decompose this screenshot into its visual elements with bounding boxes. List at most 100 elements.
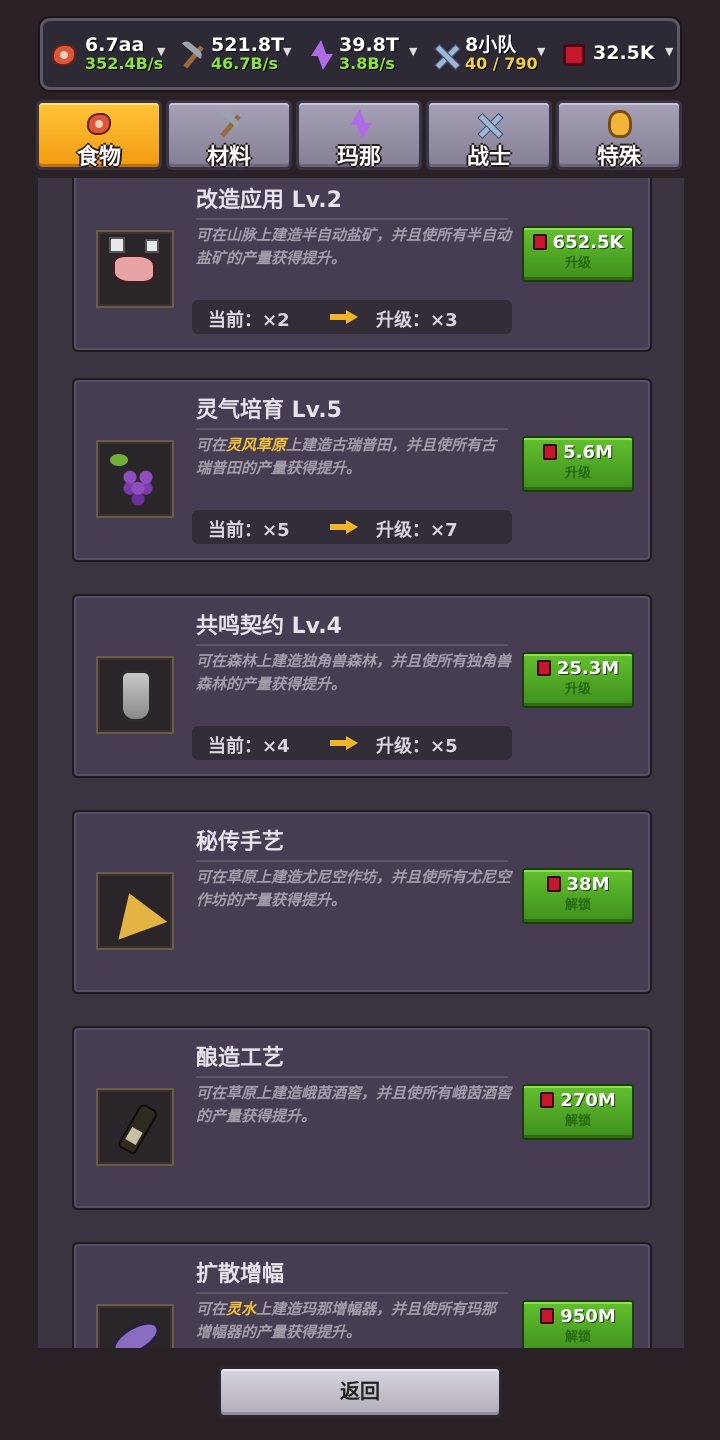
- upgrade-description: 可在草原上建造尤尼空作坊，并且使所有尤尼空作坊的产量获得提升。: [196, 868, 512, 909]
- upgrade-cost: 25.3M: [556, 658, 620, 679]
- upgrade-card: 共鸣契约 Lv.4 可在森林上建造独角兽森林，并且使所有独角兽森林的产量获得提升…: [72, 594, 652, 778]
- mana-rate: 3.8B/s: [339, 53, 395, 73]
- button-label: 解锁: [564, 898, 591, 913]
- button-label: 升级: [564, 682, 591, 697]
- ruby-icon: [540, 1092, 555, 1108]
- tab-label: 材料: [206, 145, 251, 170]
- upgrade-title: 秘传手艺: [196, 824, 508, 862]
- button-label: 解锁: [564, 1330, 591, 1345]
- current-multiplier: 当前：×2: [208, 310, 290, 331]
- tab-mana[interactable]: 玛那: [296, 100, 422, 170]
- ruby-icon: [532, 234, 547, 250]
- squad-count: 8小队: [465, 33, 517, 56]
- upgrade-title: 酿造工艺: [196, 1040, 508, 1078]
- upgrade-card: 灵气培育 Lv.5 可在灵风草原上建造古瑞普田，并且使所有古瑞普田的产量获得提升…: [72, 378, 652, 562]
- upgrade-description: 可在山脉上建造半自动盐矿，并且使所有半自动盐矿的产量获得提升。: [196, 226, 512, 267]
- upgrade-card: 改造应用 Lv.2 可在山脉上建造半自动盐矿，并且使所有半自动盐矿的产量获得提升…: [72, 178, 652, 352]
- ruby-icon: [543, 444, 558, 460]
- lightning-icon: [303, 38, 335, 70]
- upgrade-button[interactable]: 652.5K 升级: [522, 226, 634, 282]
- button-label: 解锁: [564, 1114, 591, 1129]
- meat-icon: [49, 38, 81, 70]
- location-highlight: 灵水: [226, 1300, 257, 1318]
- unlock-button[interactable]: 38M 解锁: [522, 868, 634, 924]
- unlock-button[interactable]: 270M 解锁: [522, 1084, 634, 1140]
- ruby-icon: [540, 1308, 555, 1324]
- arrow-right-icon: [330, 520, 358, 534]
- pickaxe-icon: [175, 38, 207, 70]
- arrow-right-icon: [330, 310, 358, 324]
- food-rate: 352.4B/s: [85, 53, 164, 73]
- resource-warriors[interactable]: 8小队 40 / 790 ▼: [429, 21, 545, 87]
- upgrade-button[interactable]: 5.6M 升级: [522, 436, 634, 492]
- chevron-down-icon[interactable]: ▼: [537, 45, 545, 58]
- chevron-down-icon[interactable]: ▼: [283, 45, 291, 58]
- resource-gems[interactable]: 32.5K ▼: [557, 21, 673, 87]
- upgrade-list[interactable]: 改造应用 Lv.2 可在山脉上建造半自动盐矿，并且使所有半自动盐矿的产量获得提升…: [36, 178, 686, 1348]
- next-multiplier: 升级：×5: [376, 736, 458, 757]
- multiplier-bar: 当前：×5 升级：×7: [192, 510, 512, 544]
- unlock-cost: 38M: [566, 874, 610, 895]
- topaz-icon: [602, 107, 636, 141]
- chevron-down-icon[interactable]: ▼: [157, 45, 165, 58]
- upgrade-card: 秘传手艺 可在草原上建造尤尼空作坊，并且使所有尤尼空作坊的产量获得提升。 38M…: [72, 810, 652, 994]
- current-multiplier: 当前：×4: [208, 736, 290, 757]
- upgrade-description: 可在森林上建造独角兽森林，并且使所有独角兽森林的产量获得提升。: [196, 652, 512, 693]
- upgrade-title: 共鸣契约 Lv.4: [196, 608, 508, 646]
- upgrade-cost: 652.5K: [552, 232, 624, 253]
- tab-label: 玛那: [336, 145, 381, 170]
- unlock-cost: 950M: [560, 1306, 616, 1327]
- ruby-icon: [536, 660, 551, 676]
- unlock-button[interactable]: 950M 解锁: [522, 1300, 634, 1348]
- button-label: 升级: [564, 256, 591, 271]
- tab-label: 特殊: [596, 145, 641, 170]
- tab-label: 战士: [466, 145, 511, 170]
- ruby-icon: [557, 38, 589, 70]
- next-multiplier: 升级：×7: [376, 520, 458, 541]
- resource-material[interactable]: 521.8T 46.7B/s ▼: [175, 21, 291, 87]
- fish-icon: [96, 1304, 174, 1348]
- upgrade-cost: 5.6M: [563, 442, 613, 463]
- resource-bar: 6.7aa 352.4B/s ▼ 521.8T 46.7B/s ▼ 39.8T 3.8…: [40, 18, 680, 90]
- resource-mana[interactable]: 39.8T 3.8B/s ▼: [303, 21, 417, 87]
- salt-icon: [96, 230, 174, 308]
- upgrade-title: 扩散增幅: [196, 1256, 508, 1294]
- upgrade-description: 可在草原上建造峨茵酒窖，并且使所有峨茵酒窖的产量获得提升。: [196, 1084, 512, 1125]
- food-amount: 6.7aa: [85, 33, 145, 56]
- button-label: 升级: [564, 466, 591, 481]
- location-highlight: 灵风草原: [226, 436, 287, 454]
- grape-icon: [96, 440, 174, 518]
- multiplier-bar: 当前：×4 升级：×5: [192, 726, 512, 760]
- current-multiplier: 当前：×5: [208, 520, 290, 541]
- gem-amount: 32.5K: [593, 42, 655, 65]
- meat-icon: [82, 107, 116, 141]
- tab-food[interactable]: 食物: [36, 100, 162, 170]
- material-amount: 521.8T: [211, 33, 285, 56]
- lightning-icon: [342, 107, 376, 141]
- arrow-right-icon: [330, 736, 358, 750]
- tab-special[interactable]: 特殊: [556, 100, 682, 170]
- multiplier-bar: 当前：×2 升级：×3: [192, 300, 512, 334]
- crossed-swords-icon: [429, 38, 461, 70]
- upgrade-title: 灵气培育 Lv.5: [196, 392, 508, 430]
- pickaxe-icon: [212, 107, 246, 141]
- chevron-down-icon[interactable]: ▼: [409, 45, 417, 58]
- ruby-icon: [546, 876, 561, 892]
- wine-bottle-icon: [96, 1088, 174, 1166]
- crossed-swords-icon: [472, 107, 506, 141]
- material-rate: 46.7B/s: [211, 53, 279, 73]
- resource-food[interactable]: 6.7aa 352.4B/s ▼: [49, 21, 165, 87]
- tab-material[interactable]: 材料: [166, 100, 292, 170]
- jug-icon: [96, 656, 174, 734]
- next-multiplier: 升级：×3: [376, 310, 458, 331]
- tab-warriors[interactable]: 战士: [426, 100, 552, 170]
- mana-amount: 39.8T: [339, 33, 399, 56]
- unlock-cost: 270M: [560, 1090, 616, 1111]
- tab-label: 食物: [76, 145, 121, 170]
- upgrade-button[interactable]: 25.3M 升级: [522, 652, 634, 708]
- back-button[interactable]: 返回: [218, 1366, 502, 1418]
- upgrade-card: 酿造工艺 可在草原上建造峨茵酒窖，并且使所有峨茵酒窖的产量获得提升。 270M …: [72, 1026, 652, 1210]
- upgrade-card: 扩散增幅 可在灵水上建造玛那增幅器，并且使所有玛那增幅器的产量获得提升。 950…: [72, 1242, 652, 1348]
- upgrade-description: 可在灵风草原上建造古瑞普田，并且使所有古瑞普田的产量获得提升。: [196, 436, 497, 477]
- chevron-down-icon[interactable]: ▼: [665, 45, 673, 58]
